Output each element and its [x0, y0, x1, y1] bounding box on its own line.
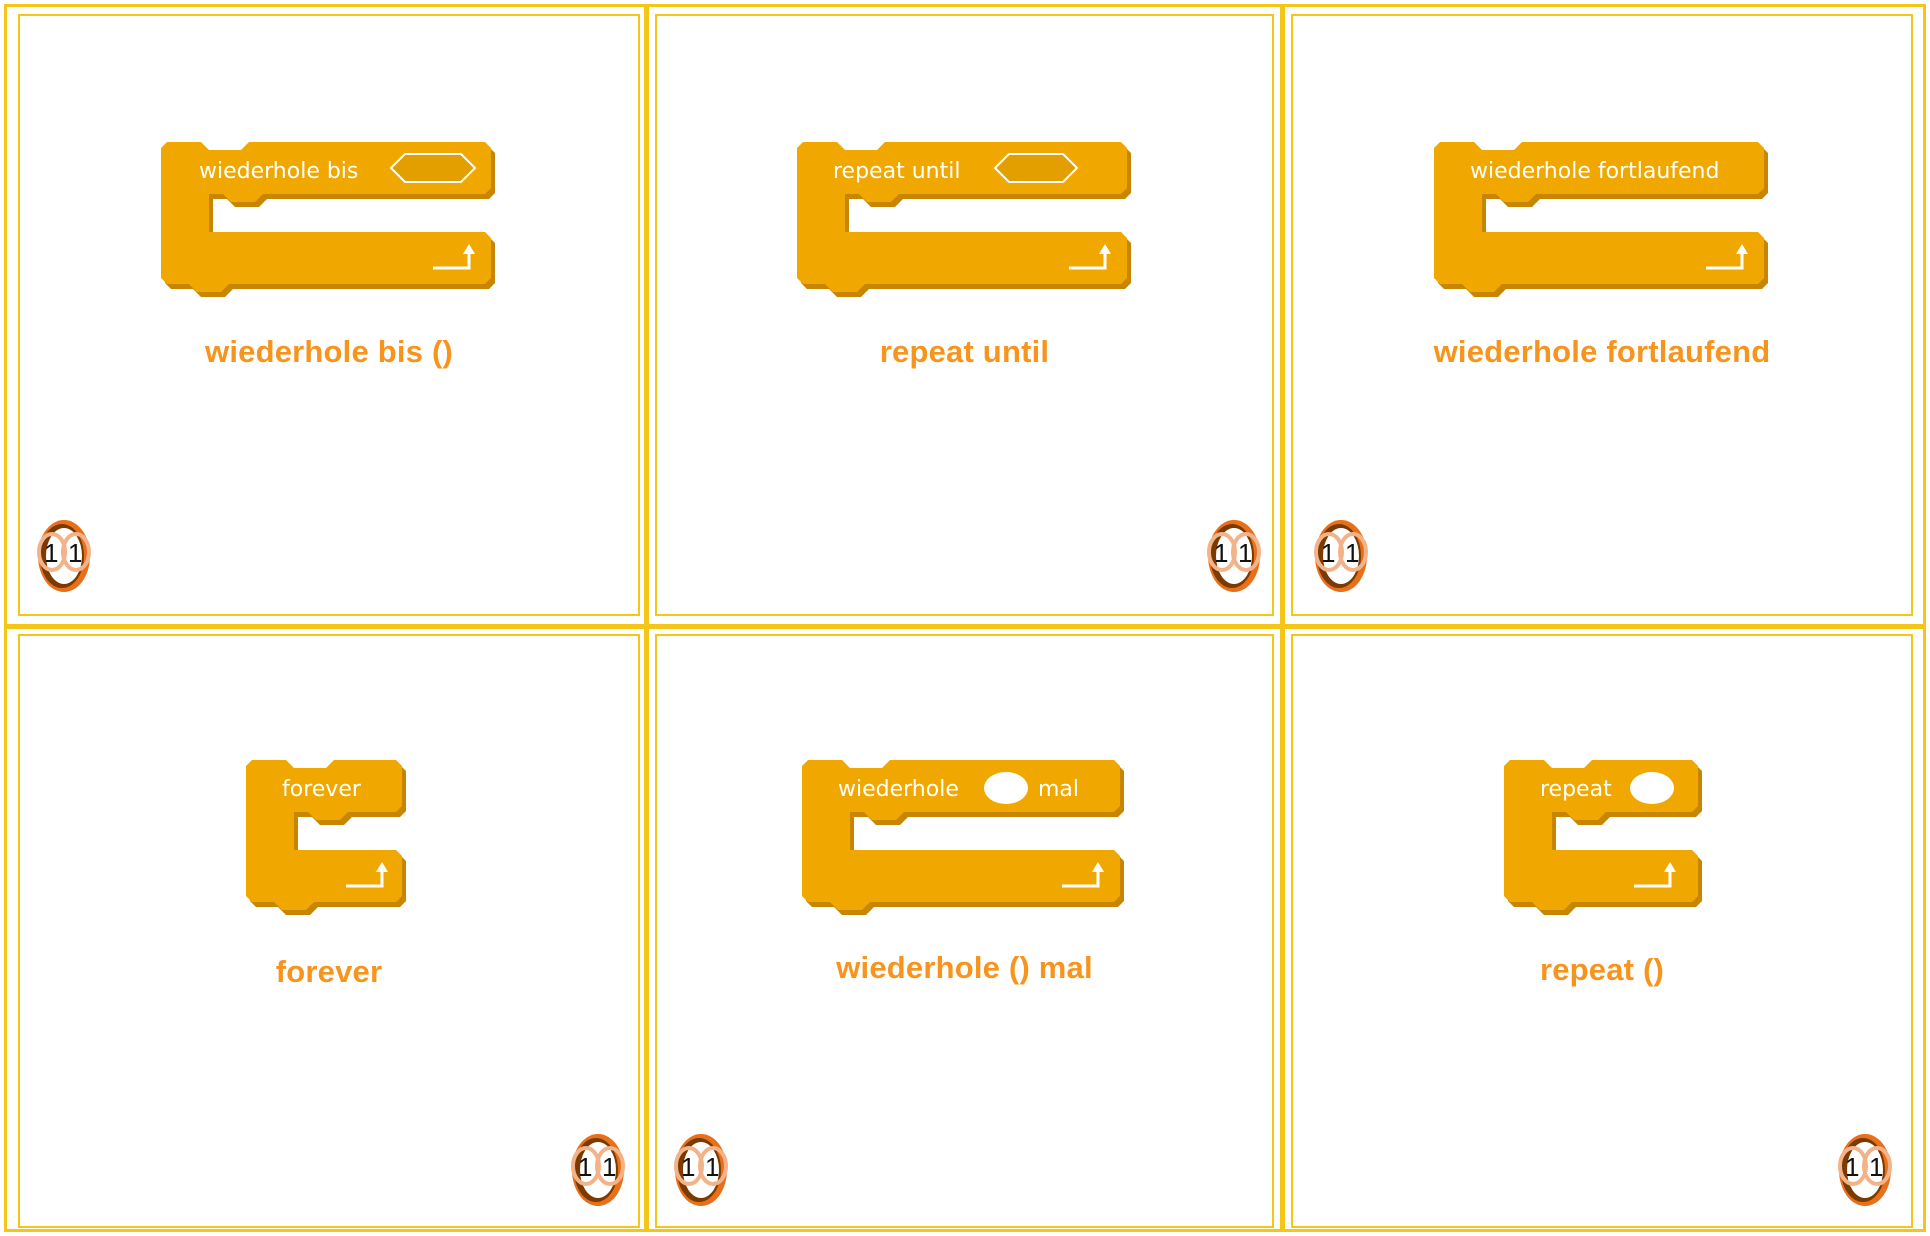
number-slot-icon: [1630, 772, 1674, 804]
card-number-badge-icon: 1 1: [1314, 520, 1368, 592]
card-number-badge-icon: 1 1: [571, 1134, 625, 1206]
badge-number-left: 1: [44, 538, 58, 568]
c-block-wiederhole-mal: wiederhole mal: [801, 760, 1124, 915]
badge-number-left: 1: [1214, 538, 1228, 568]
card-caption: repeat (): [1539, 952, 1665, 987]
block-label: wiederhole bis: [199, 159, 358, 184]
number-slot-icon: [983, 772, 1028, 804]
card-forever: forever forever 1 1: [18, 634, 640, 1228]
badge-number-right: 1: [1238, 538, 1252, 568]
card-number-badge-icon: 1 1: [1838, 1134, 1892, 1206]
card-repeat-until: repeat until repeat until 1 1: [655, 14, 1274, 616]
badge-number-left: 1: [1845, 1152, 1859, 1182]
card-wiederhole-fortlaufend: wiederhole fortlaufend wiederhole fortla…: [1291, 14, 1913, 616]
c-block-wiederhole-fortlaufend: wiederhole fortlaufend: [1434, 142, 1768, 297]
c-block-wiederhole-bis: wiederhole bis: [161, 142, 495, 297]
c-block-forever: forever: [246, 760, 406, 915]
card-caption: wiederhole fortlaufend: [1433, 334, 1771, 369]
badge-number-right: 1: [1345, 538, 1359, 568]
c-block-repeat: repeat: [1504, 760, 1702, 915]
badge-number-left: 1: [681, 1152, 695, 1182]
block-label: forever: [282, 777, 362, 802]
badge-number-right: 1: [602, 1152, 616, 1182]
column-divider-1: [644, 4, 649, 1232]
card-number-badge-icon: 1 1: [37, 520, 91, 592]
badge-number-right: 1: [68, 538, 82, 568]
card-caption: forever: [275, 954, 383, 989]
boolean-slot-icon: [389, 153, 477, 183]
block-label: repeat until: [833, 159, 960, 184]
block-label: wiederhole fortlaufend: [1470, 159, 1719, 184]
badge-number-right: 1: [705, 1152, 719, 1182]
c-block-repeat-until: repeat until: [796, 142, 1131, 297]
block-label-after: mal: [1038, 777, 1079, 802]
row-divider: [4, 624, 1926, 629]
card-number-badge-icon: 1 1: [1207, 520, 1261, 592]
card-repeat: repeat repeat () 1 1: [1291, 634, 1913, 1228]
card-caption: repeat until: [879, 334, 1050, 369]
badge-number-left: 1: [578, 1152, 592, 1182]
card-caption: wiederhole bis (): [205, 334, 453, 369]
card-caption: wiederhole () mal: [836, 950, 1093, 985]
boolean-slot-icon: [993, 153, 1078, 183]
badge-number-left: 1: [1321, 538, 1335, 568]
badge-number-right: 1: [1869, 1152, 1883, 1182]
card-wiederhole-mal: wiederhole mal wiederhole () mal 1 1: [655, 634, 1274, 1228]
card-number-badge-icon: 1 1: [674, 1134, 728, 1206]
block-label: repeat: [1540, 777, 1612, 802]
card-wiederhole-bis: wiederhole bis wiederhole bis () 1 1: [18, 14, 640, 616]
block-label: wiederhole: [838, 777, 959, 802]
column-divider-2: [1280, 4, 1285, 1232]
